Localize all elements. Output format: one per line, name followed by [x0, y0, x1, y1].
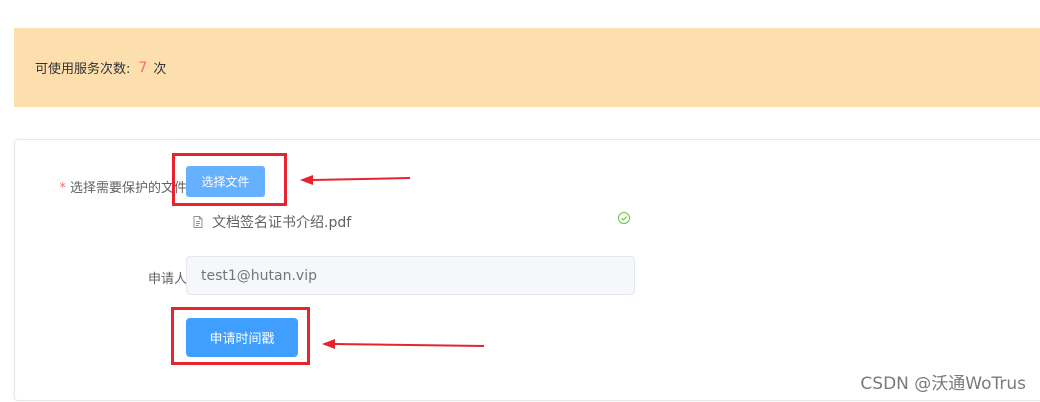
service-count-label: 可使用服务次数:: [35, 62, 131, 77]
timestamp-form-panel: *选择需要保护的文件 选择文件 文档签名证书介绍.pdf 申请人 申请时间戳: [14, 139, 1040, 401]
apply-timestamp-highlight-box: [171, 307, 310, 365]
service-count-value: 7: [138, 59, 148, 76]
uploaded-file-item[interactable]: 文档签名证书介绍.pdf: [191, 211, 631, 233]
upload-success-icon: [617, 211, 631, 225]
required-mark: *: [59, 181, 66, 196]
file-field-label: * 选择需要保护的文件: [37, 177, 187, 196]
service-count-notice: 可使用服务次数: 7 次: [14, 28, 1040, 107]
document-icon: [191, 215, 205, 229]
choose-file-highlight-box: [172, 153, 287, 206]
uploaded-file-name: 文档签名证书介绍.pdf: [212, 215, 352, 231]
applicant-label: 申请人: [147, 272, 187, 287]
csdn-watermark: CSDN @沃通WoTrus: [860, 374, 1026, 394]
applicant-input[interactable]: [186, 256, 635, 295]
file-field-label-text: 选择需要保护的文件: [69, 181, 187, 196]
service-count-unit: 次: [153, 62, 167, 77]
